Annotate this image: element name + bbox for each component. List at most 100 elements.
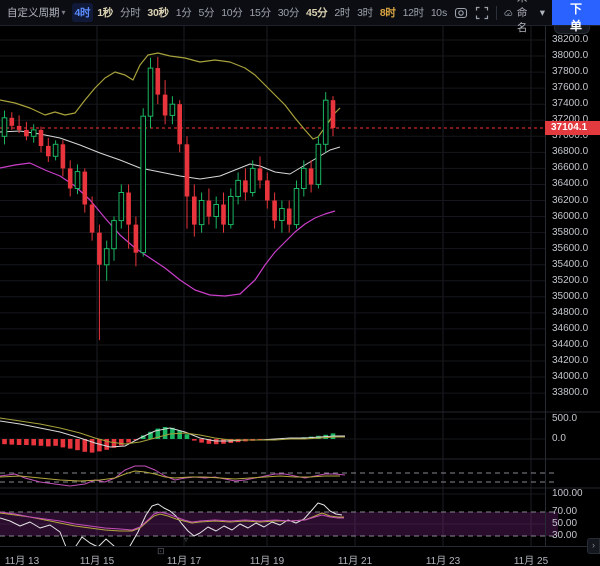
- layout-account-dropdown[interactable]: 未命名 ▾: [504, 0, 545, 35]
- layout-name-label: 未命名: [517, 0, 536, 35]
- candle-body: [90, 205, 95, 233]
- price-axis-label: 36200.0: [552, 195, 588, 206]
- price-axis-label: 33800.0: [552, 387, 588, 398]
- candle-body: [214, 205, 219, 217]
- indicator-axis-label: 500.0: [552, 413, 577, 424]
- candle-body: [134, 225, 139, 253]
- candle-body: [24, 130, 29, 136]
- trading-app: 自定义周期 ▾ 4时1秒分时30秒1分5分10分15分30分45分2时3时8时1…: [0, 0, 600, 566]
- candle-body: [265, 180, 270, 200]
- candle-body: [61, 144, 66, 168]
- indicator-axis-label: 30.00: [552, 530, 577, 541]
- time-axis-label: 11月 13: [5, 552, 39, 566]
- price-axis-label: 36800.0: [552, 146, 588, 157]
- timeframe-4时[interactable]: 4时: [72, 3, 94, 22]
- price-axis-label: 34000.0: [552, 371, 588, 382]
- custom-period-dropdown[interactable]: 自定义周期 ▾: [0, 5, 72, 20]
- indicator-axis-label: 50.00: [552, 518, 577, 529]
- candle-body: [148, 68, 153, 116]
- chevron-down-icon: ▾: [62, 8, 66, 17]
- price-axis-label: 38200.0: [552, 34, 588, 45]
- timeframe-分时[interactable]: 分时: [117, 3, 143, 22]
- timeframe-3时[interactable]: 3时: [354, 3, 376, 22]
- price-axis-label: 36600.0: [552, 162, 588, 173]
- timeframe-30秒[interactable]: 30秒: [144, 3, 171, 22]
- bar-countdown: 0s: [436, 7, 447, 19]
- price-axis-label: 35200.0: [552, 275, 588, 286]
- macd-bar: [2, 439, 7, 444]
- expand-axis-button[interactable]: ›: [587, 538, 600, 554]
- timeframe-2时[interactable]: 2时: [331, 3, 353, 22]
- timeframe-30分[interactable]: 30分: [275, 3, 302, 22]
- scroll-down-icon[interactable]: ▿: [184, 535, 188, 544]
- candle-body: [39, 130, 44, 146]
- candle-body: [331, 100, 336, 128]
- candle-body: [2, 118, 7, 137]
- candle-body: [68, 168, 73, 188]
- price-axis-label: 34800.0: [552, 307, 588, 318]
- kdj-band-fill: [0, 512, 558, 536]
- candle-body: [141, 116, 146, 252]
- time-axis[interactable]: 11月 1311月 1511月 1711月 1911月 2111月 2311月 …: [0, 546, 600, 566]
- timeframe-8时[interactable]: 8时: [377, 3, 399, 22]
- timeframe-12时[interactable]: 12时: [400, 3, 427, 22]
- fullscreen-icon[interactable]: [475, 5, 489, 20]
- price-axis-label: 35000.0: [552, 291, 588, 302]
- candle-body: [221, 205, 226, 225]
- price-axis-label: 37400.0: [552, 98, 588, 109]
- macd-bar: [119, 439, 124, 445]
- macd-bar: [68, 439, 73, 449]
- macd-bar: [75, 439, 80, 450]
- timeframe-5分[interactable]: 5分: [195, 3, 217, 22]
- timeframe-list: 4时1秒分时30秒1分5分10分15分30分45分2时3时8时12时1日2日3日: [72, 3, 437, 22]
- candle-body: [46, 146, 51, 156]
- macd-bar: [39, 439, 44, 446]
- price-axis-label: 38000.0: [552, 50, 588, 61]
- indicator-axis-label: 0.0: [552, 433, 566, 444]
- place-order-button[interactable]: 下单: [552, 0, 600, 25]
- timeframe-1分[interactable]: 1分: [173, 3, 195, 22]
- indicator-axis-label: 100.00: [552, 488, 583, 499]
- macd-bar: [24, 439, 29, 445]
- candle-body: [323, 100, 328, 144]
- macd-bar: [46, 439, 51, 446]
- price-axis[interactable]: 38200.038000.037800.037600.037400.037200…: [545, 25, 600, 546]
- macd-bar: [83, 439, 88, 452]
- macd-bar: [61, 439, 66, 447]
- price-axis-label: 35600.0: [552, 243, 588, 254]
- price-axis-label: 37600.0: [552, 82, 588, 93]
- macd-bar: [214, 439, 219, 444]
- price-axis-label: 36400.0: [552, 178, 588, 189]
- timeframe-15分[interactable]: 15分: [246, 3, 273, 22]
- candle-body: [192, 197, 197, 225]
- candle-body: [309, 168, 314, 184]
- time-axis-label: 11月 15: [80, 552, 114, 566]
- candle-body: [83, 172, 88, 205]
- pane-restore-icon[interactable]: ⊡: [157, 546, 165, 557]
- time-axis-label: 11月 17: [167, 552, 201, 566]
- bollinger-lower-line: [0, 163, 335, 296]
- candle-body: [75, 172, 80, 189]
- candle-body: [119, 193, 124, 221]
- candle-body: [199, 201, 204, 225]
- candlestick-chart[interactable]: [0, 0, 600, 566]
- candle-body: [156, 68, 161, 95]
- timeframe-1秒[interactable]: 1秒: [94, 3, 116, 22]
- candle-body: [250, 168, 255, 192]
- candle-body: [287, 209, 292, 225]
- toolbar-divider: [496, 6, 497, 20]
- candle-body: [207, 201, 212, 217]
- timeframe-10分[interactable]: 10分: [218, 3, 245, 22]
- candle-body: [302, 168, 307, 188]
- timeframe-1日[interactable]: 1日: [428, 3, 436, 22]
- candle-body: [53, 144, 58, 156]
- candle-body: [258, 168, 263, 180]
- candle-body: [97, 233, 102, 265]
- candle-body: [229, 197, 234, 225]
- candle-body: [243, 180, 248, 192]
- camera-icon[interactable]: [454, 5, 468, 20]
- timeframe-45分[interactable]: 45分: [303, 3, 330, 22]
- candle-body: [112, 221, 117, 249]
- chevron-down-icon: ▾: [540, 7, 545, 19]
- toolbar: 自定义周期 ▾ 4时1秒分时30秒1分5分10分15分30分45分2时3时8时1…: [0, 0, 600, 26]
